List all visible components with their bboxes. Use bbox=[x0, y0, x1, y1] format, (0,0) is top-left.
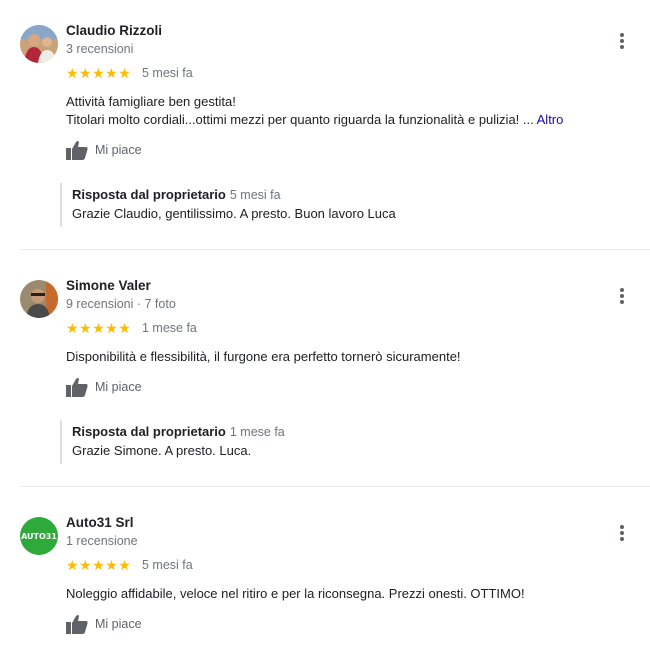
owner-reply-date: 1 mese fa bbox=[229, 425, 285, 439]
more-options-icon[interactable] bbox=[612, 521, 632, 545]
more-link[interactable]: Altro bbox=[537, 112, 564, 127]
review-date: 1 mese fa bbox=[142, 321, 197, 335]
star-rating: ★★★★★ bbox=[66, 65, 132, 81]
owner-reply-text: Grazie Claudio, gentilissimo. A presto. … bbox=[72, 206, 396, 221]
reviewer-meta: 1 recensione bbox=[66, 534, 138, 548]
owner-reply-title: Risposta dal proprietario bbox=[72, 187, 226, 202]
reviewer-name[interactable]: Simone Valer bbox=[66, 278, 151, 293]
avatar[interactable] bbox=[20, 280, 58, 318]
star-rating: ★★★★★ bbox=[66, 320, 132, 336]
like-label: Mi piace bbox=[95, 617, 142, 631]
owner-reply: Risposta dal proprietario 1 mese fa Grazi… bbox=[60, 420, 285, 464]
owner-reply-date: 5 mesi fa bbox=[229, 188, 281, 202]
like-button[interactable]: Mi piace bbox=[66, 140, 142, 160]
review-date: 5 mesi fa bbox=[142, 66, 193, 80]
avatar[interactable] bbox=[20, 25, 58, 63]
divider bbox=[20, 486, 650, 487]
avatar[interactable]: AUTO31 bbox=[20, 517, 58, 555]
review-text-line: Attività famigliare ben gestita! bbox=[66, 94, 236, 109]
reviewer-meta: 3 recensioni bbox=[66, 42, 134, 56]
reviewer-name[interactable]: Claudio Rizzoli bbox=[66, 23, 162, 38]
avatar-logo-text: AUTO31 bbox=[21, 531, 57, 541]
owner-reply: Risposta dal proprietario 5 mesi fa Grazi… bbox=[60, 183, 396, 227]
more-options-icon[interactable] bbox=[612, 284, 632, 308]
divider bbox=[20, 249, 650, 250]
star-rating: ★★★★★ bbox=[66, 557, 132, 573]
thumb-up-icon bbox=[66, 141, 88, 160]
more-options-icon[interactable] bbox=[612, 29, 632, 53]
review-date: 5 mesi fa bbox=[142, 558, 193, 572]
review-text: Noleggio affidabile, veloce nel ritiro e… bbox=[66, 586, 525, 601]
reviewer-name[interactable]: Auto31 Srl bbox=[66, 515, 134, 530]
thumb-up-icon bbox=[66, 615, 88, 634]
thumb-up-icon bbox=[66, 378, 88, 397]
owner-reply-text: Grazie Simone. A presto. Luca. bbox=[72, 443, 252, 458]
review-text-line: Titolari molto cordiali...ottimi mezzi p… bbox=[66, 111, 636, 129]
review-text: Attività famigliare ben gestita! Titolar… bbox=[66, 93, 636, 129]
like-button[interactable]: Mi piace bbox=[66, 614, 142, 634]
owner-reply-title: Risposta dal proprietario bbox=[72, 424, 226, 439]
review-text-line2: Titolari molto cordiali...ottimi mezzi p… bbox=[66, 112, 534, 127]
like-label: Mi piace bbox=[95, 380, 142, 394]
review-text: Disponibilità e flessibilità, il furgone… bbox=[66, 349, 461, 364]
reviewer-meta: 9 recensioni · 7 foto bbox=[66, 297, 176, 311]
like-label: Mi piace bbox=[95, 143, 142, 157]
like-button[interactable]: Mi piace bbox=[66, 377, 142, 397]
